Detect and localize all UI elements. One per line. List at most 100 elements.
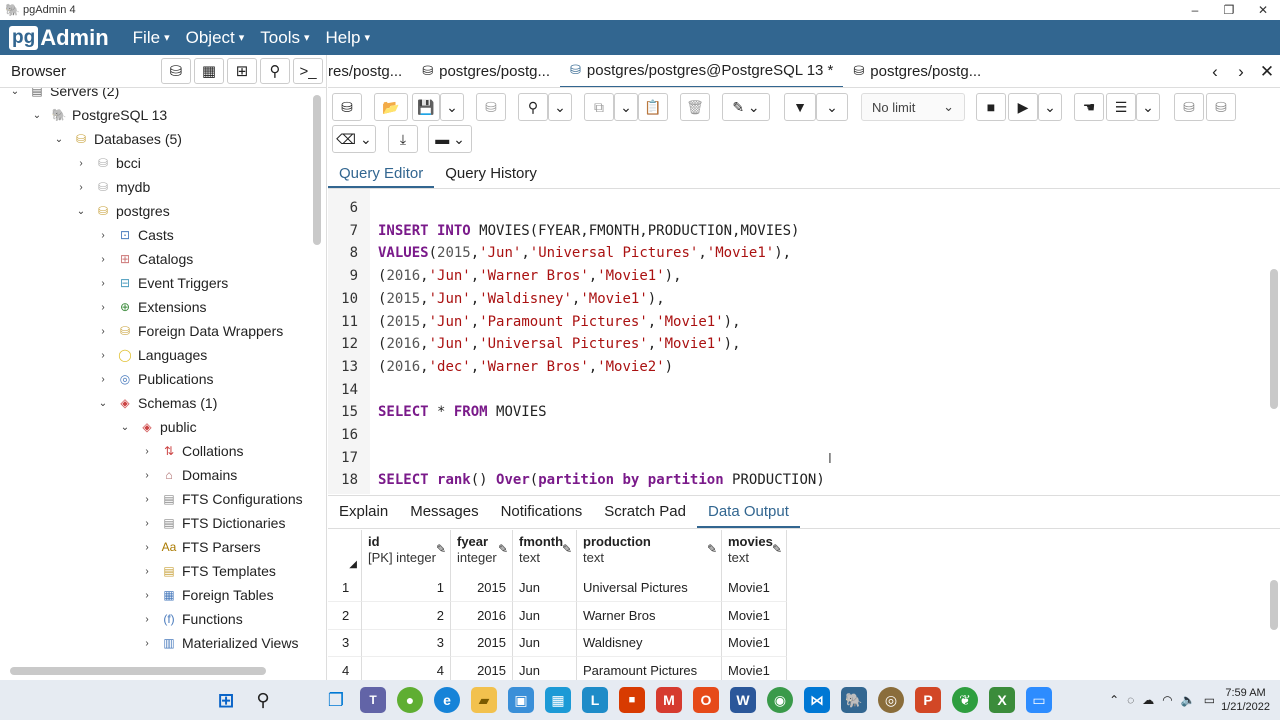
chevron-down-icon[interactable]: ⌄ [96, 398, 110, 409]
office-icon[interactable]: O [693, 687, 719, 713]
chevron-down-icon[interactable]: ⌄ [614, 93, 638, 121]
chevron-right-icon[interactable]: › [140, 590, 154, 601]
chevron-right-icon[interactable]: › [140, 614, 154, 625]
filter-icon[interactable]: ▼ [784, 93, 816, 121]
elephant-icon[interactable]: 🐘 [841, 687, 867, 713]
windows-start-icon[interactable]: ⊞ [213, 687, 239, 713]
table-cell[interactable]: 2015 [451, 574, 513, 602]
app-icon-brown[interactable]: ◎ [878, 687, 904, 713]
chevron-down-icon[interactable]: ⌄ [118, 422, 132, 433]
vscode-icon[interactable]: ⋈ [804, 687, 830, 713]
chevron-up-icon[interactable]: ⌃ [1109, 693, 1119, 707]
tab-explain[interactable]: Explain [328, 496, 399, 528]
chevron-down-icon[interactable]: ⌄ [548, 93, 572, 121]
chrome-icon[interactable]: ◉ [767, 687, 793, 713]
table-cell[interactable]: Jun [513, 656, 577, 680]
chevron-right-icon[interactable]: › [140, 518, 154, 529]
table-cell[interactable]: 2015 [451, 629, 513, 657]
menu-object[interactable]: Object ▾ [186, 28, 245, 48]
task-view-icon[interactable]: ❐ [323, 687, 349, 713]
tab-query-history[interactable]: Query History [434, 159, 548, 188]
terminal-icon[interactable]: >_ [293, 58, 323, 84]
tree-item[interactable]: › ◎ Publications [96, 368, 213, 390]
tree-item[interactable]: › ⛁ Foreign Data Wrappers [96, 320, 283, 342]
tree-item[interactable]: ⌄ 🐘 PostgreSQL 13 [30, 104, 167, 126]
tab-messages[interactable]: Messages [399, 496, 489, 528]
tree-item[interactable]: › ⊡ Casts [96, 224, 173, 246]
database-save-icon[interactable]: ⛁ [476, 93, 506, 121]
table-cell[interactable]: 2016 [451, 601, 513, 630]
chevron-right-icon[interactable]: › [96, 278, 110, 289]
eraser-icon[interactable]: ⌫ ⌄ [332, 125, 376, 153]
chevron-right-icon[interactable]: › [140, 494, 154, 505]
zoom-icon[interactable]: ▭ [1026, 687, 1052, 713]
chevron-right-icon[interactable]: › [96, 350, 110, 361]
network-icon[interactable]: ◌ [1127, 693, 1134, 707]
chevron-down-icon[interactable]: ⌄ [1136, 93, 1160, 121]
table-cell[interactable]: Jun [513, 629, 577, 657]
close-tab-icon[interactable]: ✕ [1254, 62, 1280, 82]
tab-query-active[interactable]: ⛁ postgres/postgres@PostgreSQL 13 * [560, 55, 844, 87]
menu-tools[interactable]: Tools ▾ [260, 28, 309, 48]
chevron-right-icon[interactable]: › [74, 182, 88, 193]
chevron-right-icon[interactable]: › [140, 446, 154, 457]
stop-icon[interactable]: ■ [976, 93, 1006, 121]
tree-item[interactable]: › (f) Functions [140, 608, 242, 630]
app-icon-green[interactable]: ● [397, 687, 423, 713]
tab-query-2[interactable]: ⛁ postgres/postg... [412, 55, 560, 87]
editor-scrollbar[interactable] [1270, 269, 1278, 409]
tab-query-editor[interactable]: Query Editor [328, 159, 435, 188]
edit-icon[interactable]: ✎ ⌄ [722, 93, 770, 121]
table-cell[interactable]: 4 [362, 656, 451, 680]
tree-item[interactable]: ⌄ ◈ Schemas (1) [96, 392, 218, 414]
tree-horizontal-scrollbar[interactable] [10, 667, 266, 675]
app-icon-leaf[interactable]: ❦ [952, 687, 978, 713]
tree-item[interactable]: ⌄ ⛁ postgres [74, 200, 170, 222]
execute-icon[interactable]: ▶ [1008, 93, 1038, 121]
select-all-corner[interactable]: ◢ [328, 530, 362, 574]
chevron-right-icon[interactable]: › [96, 326, 110, 337]
tab-notifications[interactable]: Notifications [490, 496, 594, 528]
tree-item[interactable]: ⌄ ◈ public [118, 416, 197, 438]
commit-icon[interactable]: ⛁ [1174, 93, 1204, 121]
shield-icon[interactable]: M [656, 687, 682, 713]
tree-item[interactable]: › ▤ FTS Dictionaries [140, 512, 285, 534]
chevron-right-icon[interactable]: › [140, 470, 154, 481]
table-cell[interactable]: Movie1 [722, 601, 787, 630]
filter-table-icon[interactable]: ⊞ [227, 58, 257, 84]
tab-query-1[interactable]: res/postg... [328, 55, 412, 87]
column-header[interactable]: fmonth text ✎ [513, 530, 577, 574]
chevron-right-icon[interactable]: › [74, 158, 88, 169]
app-icon-square[interactable]: ■ [619, 687, 645, 713]
table-cell[interactable]: Jun [513, 574, 577, 602]
tree-item[interactable]: › ⊞ Catalogs [96, 248, 193, 270]
grid-scrollbar[interactable] [1270, 580, 1278, 630]
tree-item[interactable]: ⌄ ▤ Servers (2) [8, 88, 119, 102]
cloud-icon[interactable]: ☁ [1142, 693, 1154, 707]
table-cell[interactable]: Movie1 [722, 574, 787, 602]
copy-icon[interactable]: ⧉ [584, 93, 614, 121]
chevron-down-icon[interactable]: ⌄ [30, 110, 44, 121]
tab-next-icon[interactable]: › [1228, 62, 1254, 82]
table-cell[interactable]: 3 [362, 629, 451, 657]
teams-icon[interactable]: T [360, 687, 386, 713]
tree-item[interactable]: › ⇅ Collations [140, 440, 243, 462]
save-icon[interactable]: 💾 [412, 93, 440, 121]
chevron-right-icon[interactable]: › [140, 542, 154, 553]
minimize-button[interactable]: – [1178, 0, 1212, 20]
macro-icon[interactable]: ▬ ⌄ [428, 125, 472, 153]
chevron-right-icon[interactable]: › [96, 302, 110, 313]
tree-item[interactable]: › ◯ Languages [96, 344, 207, 366]
table-cell[interactable]: Warner Bros [577, 601, 722, 630]
chevron-right-icon[interactable]: › [96, 230, 110, 241]
menu-file[interactable]: File ▾ [133, 28, 170, 48]
clock[interactable]: 7:59 AM 1/21/2022 [1221, 686, 1270, 714]
tree-item[interactable]: › Aa FTS Parsers [140, 536, 260, 558]
app-icon-blue[interactable]: ▣ [508, 687, 534, 713]
table-cell[interactable]: Universal Pictures [577, 574, 722, 602]
table-cell[interactable]: 2015 [451, 656, 513, 680]
file-explorer-icon[interactable]: ▰ [471, 687, 497, 713]
close-window-button[interactable]: ✕ [1246, 0, 1280, 20]
chevron-right-icon[interactable]: › [96, 254, 110, 265]
table-cell[interactable]: Movie1 [722, 629, 787, 657]
